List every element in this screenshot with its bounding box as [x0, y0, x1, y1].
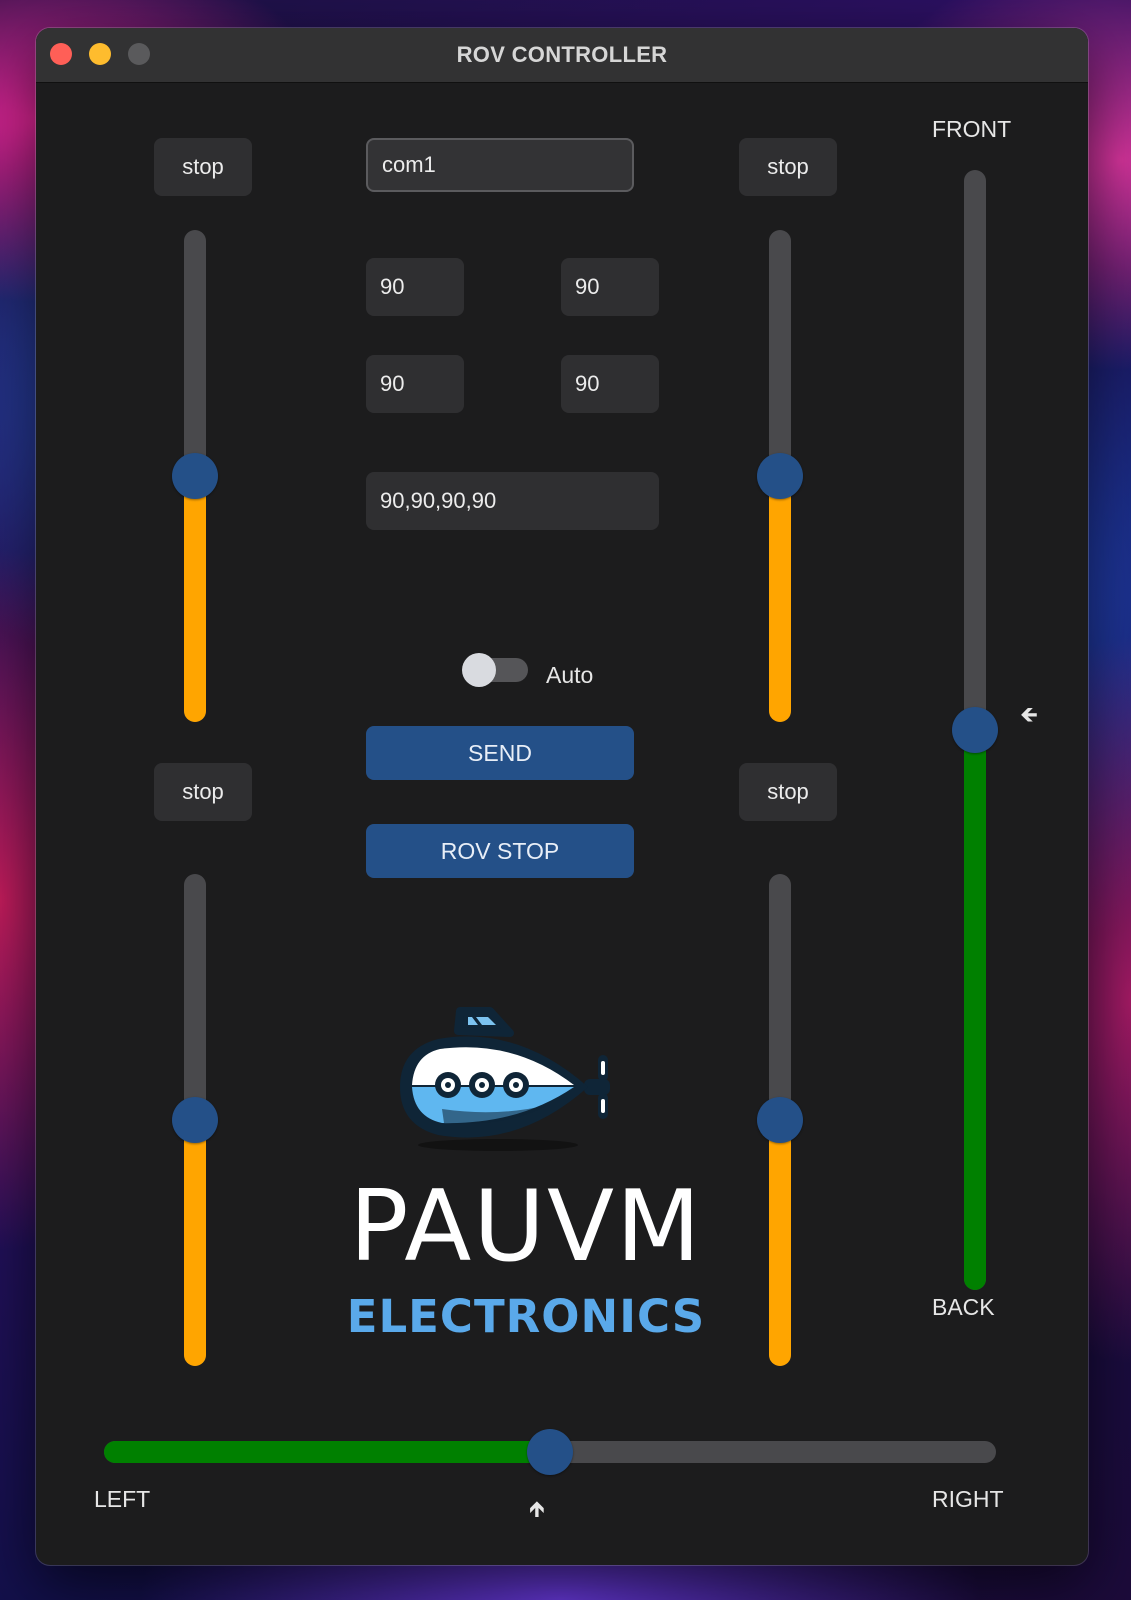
brand-name: PAUVM	[349, 1170, 703, 1284]
arrow-up-icon: 🡹	[529, 1496, 545, 1521]
motor-bottom-left-knob[interactable]	[172, 1097, 218, 1143]
value-field-4[interactable]: 90	[561, 355, 659, 413]
value-field-2[interactable]: 90	[561, 258, 659, 316]
window-title: ROV CONTROLLER	[456, 42, 668, 67]
submarine-icon	[400, 1007, 610, 1151]
motor-top-right-fill	[769, 476, 791, 722]
right-label: RIGHT	[932, 1486, 1004, 1512]
motor-bottom-left-status: stop	[154, 763, 252, 821]
left-right-fill	[104, 1441, 550, 1463]
app-window: ROV CONTROLLER com1 stop stop stop stop …	[36, 28, 1088, 1565]
front-label: FRONT	[932, 116, 1012, 142]
left-label: LEFT	[94, 1486, 151, 1512]
motor-top-left-knob[interactable]	[172, 453, 218, 499]
motor-top-left-status: stop	[154, 138, 252, 196]
combined-values-field[interactable]: 90,90,90,90	[366, 472, 659, 530]
motor-top-right-status: stop	[739, 138, 837, 196]
back-label: BACK	[932, 1294, 995, 1320]
left-right-knob[interactable]	[527, 1429, 573, 1475]
auto-label: Auto	[546, 662, 594, 688]
title-bar: ROV CONTROLLER	[36, 28, 1088, 83]
motor-bottom-right-status: stop	[739, 763, 837, 821]
auto-switch[interactable]	[462, 652, 544, 692]
value-field-3[interactable]: 90	[366, 355, 464, 413]
brand-subtitle: ELECTRONICS	[346, 1290, 706, 1343]
auto-switch-knob	[462, 653, 496, 687]
motor-bottom-right-knob[interactable]	[757, 1097, 803, 1143]
motor-top-left-fill	[184, 476, 206, 722]
motor-bottom-left-fill	[184, 1120, 206, 1366]
send-button[interactable]: SEND	[366, 726, 634, 780]
front-back-knob[interactable]	[952, 707, 998, 753]
value-field-1[interactable]: 90	[366, 258, 464, 316]
arrow-left-icon: 🡸	[1020, 702, 1038, 727]
rov-stop-button[interactable]: ROV STOP	[366, 824, 634, 878]
motor-top-right-knob[interactable]	[757, 453, 803, 499]
port-combobox[interactable]: com1	[366, 138, 634, 192]
front-back-fill	[964, 730, 986, 1290]
